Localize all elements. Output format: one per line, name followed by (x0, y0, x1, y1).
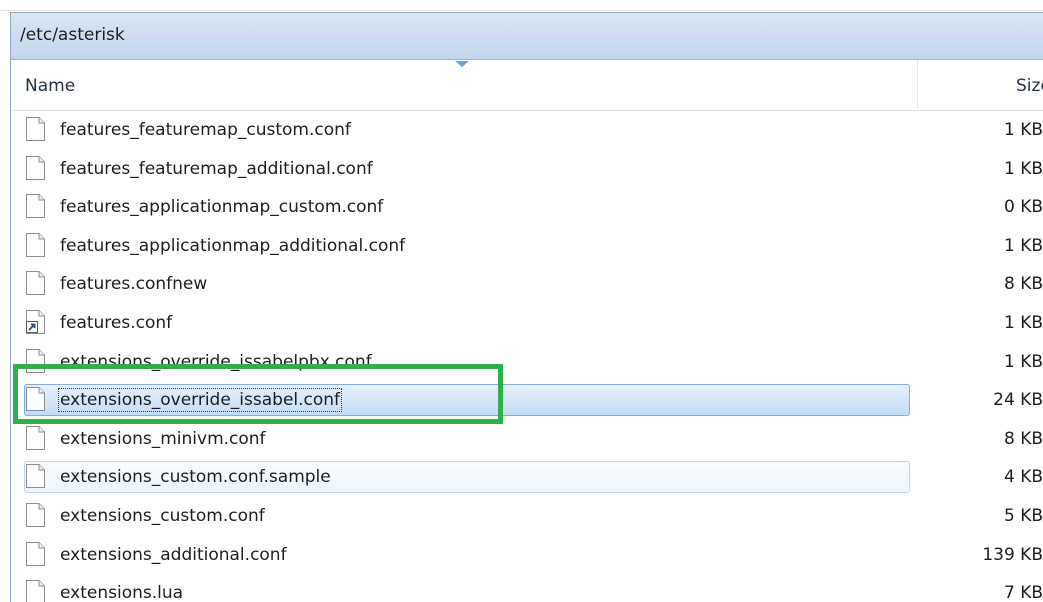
file-row[interactable]: extensions_minivm.conf 8 KB (11, 422, 1043, 458)
sort-ascending-icon (455, 61, 469, 67)
file-row[interactable]: features_applicationmap_custom.conf 0 KB (11, 190, 1043, 226)
column-header: Name Size (11, 60, 1043, 111)
file-icon (26, 464, 45, 489)
column-header-name[interactable]: Name (25, 76, 75, 96)
file-icon (26, 232, 45, 257)
file-size: 5 KB (1003, 506, 1043, 526)
file-name: features.confnew (60, 274, 208, 295)
top-edge (0, 0, 1043, 11)
file-size: 4 KB (1003, 467, 1043, 488)
file-size: 7 KB (1003, 583, 1043, 602)
current-path: /etc/asterisk (20, 25, 125, 45)
file-row[interactable]: features.confnew 8 KB (11, 267, 1043, 303)
file-row[interactable]: features.conf 1 KB (11, 306, 1043, 342)
file-name: extensions_custom.conf (60, 506, 265, 526)
file-name: extensions_override_issabel.conf (57, 388, 343, 413)
file-name: extensions.lua (60, 583, 184, 602)
file-icon (26, 541, 45, 566)
file-size: 8 KB (1003, 274, 1043, 295)
file-row[interactable]: extensions_override_issabel.conf 24 KB (11, 383, 1043, 419)
file-row[interactable]: features_featuremap_additional.conf 1 KB (11, 152, 1043, 188)
file-name: extensions_override_issabelpbx.conf (60, 351, 372, 372)
file-size: 24 KB (993, 390, 1043, 411)
file-icon (26, 425, 45, 450)
file-name: extensions_additional.conf (60, 544, 287, 565)
file-row[interactable]: extensions_custom.conf.sample 4 KB (11, 460, 1043, 496)
file-row[interactable]: extensions_custom.conf 5 KB (11, 499, 1043, 535)
file-size: 1 KB (1003, 120, 1043, 140)
file-name: features.conf (60, 313, 173, 333)
file-size: 1 KB (1003, 313, 1043, 333)
file-row[interactable]: extensions.lua 7 KB (11, 576, 1043, 602)
file-icon (26, 194, 45, 219)
file-size: 0 KB (1003, 197, 1043, 218)
file-size: 139 KB (982, 544, 1043, 565)
file-icon (26, 348, 45, 373)
file-size: 1 KB (1003, 351, 1043, 372)
file-name: extensions_minivm.conf (60, 428, 266, 449)
file-row[interactable]: extensions_override_issabelpbx.conf 1 KB (11, 345, 1043, 381)
file-size: 1 KB (1003, 235, 1043, 256)
file-browser-window: /etc/asterisk Name Size features_feature… (0, 0, 1043, 602)
file-size: 1 KB (1003, 158, 1043, 179)
file-icon (26, 387, 45, 412)
file-icon (26, 117, 45, 141)
column-header-size[interactable]: Size (1016, 76, 1043, 96)
file-name: features_applicationmap_additional.conf (60, 235, 406, 256)
file-icon (26, 503, 45, 527)
file-size: 8 KB (1003, 428, 1043, 449)
path-bar[interactable]: /etc/asterisk (10, 12, 1043, 60)
column-divider[interactable] (917, 60, 918, 109)
file-name: extensions_custom.conf.sample (60, 467, 331, 488)
file-icon (26, 155, 45, 180)
file-row[interactable]: extensions_additional.conf 139 KB (11, 538, 1043, 574)
file-name: features_applicationmap_custom.conf (60, 197, 384, 218)
file-name: features_featuremap_additional.conf (60, 158, 373, 179)
file-icon (26, 580, 45, 602)
file-row[interactable]: features_applicationmap_additional.conf 1… (11, 229, 1043, 265)
file-name: features_featuremap_custom.conf (60, 120, 351, 140)
file-row[interactable]: features_featuremap_custom.conf 1 KB (11, 113, 1043, 149)
file-list: features_featuremap_custom.conf 1 KB featu… (11, 110, 1043, 602)
file-icon (26, 271, 45, 296)
shortcut-file-icon (26, 310, 45, 334)
